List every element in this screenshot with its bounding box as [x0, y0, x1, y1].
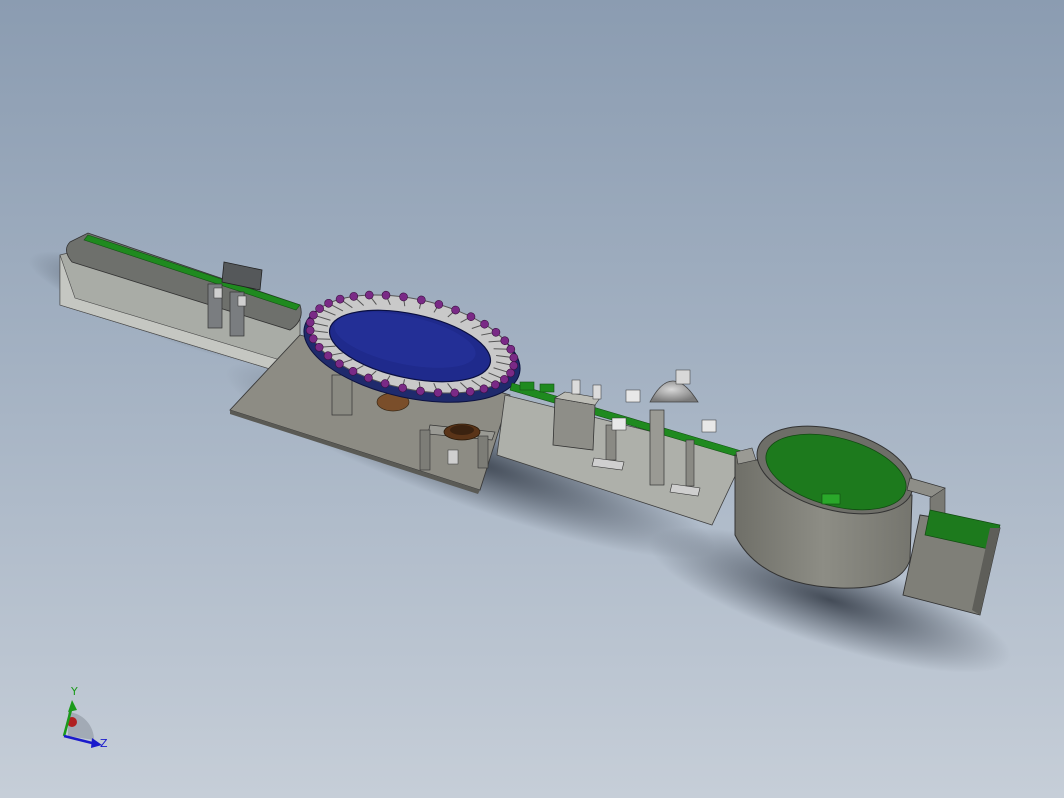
assembly-scene: Y Z: [28, 232, 1012, 750]
cad-viewport[interactable]: Y Z: [0, 0, 1064, 798]
view-triad[interactable]: Y Z: [62, 685, 108, 750]
discharge-bin[interactable]: [902, 477, 1001, 616]
control-box: [552, 391, 601, 451]
z-axis-label: Z: [100, 737, 108, 750]
infeed-conveyor[interactable]: [59, 232, 302, 373]
y-axis-label: Y: [70, 685, 78, 698]
collection-tank[interactable]: [734, 411, 923, 589]
